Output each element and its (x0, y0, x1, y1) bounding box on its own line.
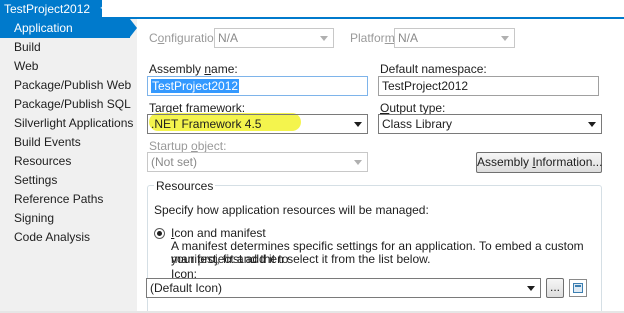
close-icon[interactable]: ✕ (114, 2, 123, 15)
icon-select[interactable]: (Default Icon) (146, 278, 541, 298)
resources-group-title: Resources (154, 179, 216, 193)
target-framework-value: .NET Framework 4.5 (151, 117, 262, 131)
document-tab-title: TestProject2012 (4, 1, 91, 16)
sidebar-item-label: Silverlight Applications (14, 116, 134, 130)
sidebar-item-label: Package/Publish Web (14, 78, 132, 92)
icon-manifest-label[interactable]: Icon and manifest (171, 226, 266, 240)
output-type-value: Class Library (382, 117, 453, 131)
platform-value: N/A (398, 31, 419, 45)
chevron-down-icon (354, 122, 362, 127)
assembly-name-value: TestProject2012 (151, 79, 240, 93)
sidebar-item-label: Build Events (14, 135, 81, 149)
document-tab[interactable]: TestProject2012 ⇴ ✕ (0, 0, 124, 17)
sidebar-item-label: Signing (14, 211, 55, 225)
default-namespace-input[interactable]: TestProject2012 (378, 76, 599, 96)
chevron-down-icon (501, 36, 509, 41)
sidebar-item-label: Package/Publish SQL (14, 97, 131, 111)
sidebar-item-package-publish-web[interactable]: Package/Publish Web (0, 76, 137, 95)
chevron-down-icon (588, 122, 596, 127)
pin-icon[interactable]: ⇴ (100, 3, 108, 14)
sidebar-item-label: Settings (14, 173, 58, 187)
chevron-down-icon (527, 286, 535, 291)
resources-description: Specify how application resources will b… (154, 203, 429, 217)
application-properties-panel: Configuration: N/A Platform: N/A Assembl… (137, 19, 624, 313)
platform-select[interactable]: N/A (394, 28, 515, 48)
assembly-name-input[interactable]: TestProject2012 (147, 76, 368, 96)
sidebar-item-web[interactable]: Web (0, 57, 137, 76)
sidebar-item-build[interactable]: Build (0, 38, 137, 57)
project-properties-sidebar: Application Build Web Package/Publish We… (0, 19, 137, 313)
configuration-label: Configuration: (149, 31, 224, 45)
assembly-information-button[interactable]: Assembly Information... (476, 152, 602, 173)
browse-icon-button[interactable]: ... (546, 278, 564, 298)
sidebar-item-label: Reference Paths (14, 192, 104, 206)
target-framework-select[interactable]: .NET Framework 4.5 (147, 114, 368, 134)
radio-selected-dot (157, 231, 162, 236)
sidebar-item-package-publish-sql[interactable]: Package/Publish SQL (0, 95, 137, 114)
output-type-select[interactable]: Class Library (378, 114, 602, 134)
sidebar-item-label: Code Analysis (14, 230, 91, 244)
sidebar-item-code-analysis[interactable]: Code Analysis (0, 228, 137, 247)
sidebar-item-label: Build (14, 40, 41, 54)
sidebar-item-application[interactable]: Application (0, 19, 137, 38)
sidebar-item-silverlight-applications[interactable]: Silverlight Applications (0, 114, 137, 133)
sidebar-item-label: Resources (14, 154, 72, 168)
icon-manifest-radio[interactable] (154, 228, 165, 239)
configuration-value: N/A (218, 31, 239, 45)
output-type-label: Output type: (380, 101, 446, 115)
startup-object-select[interactable]: (Not set) (147, 152, 368, 172)
sidebar-item-reference-paths[interactable]: Reference Paths (0, 190, 137, 209)
platform-label: Platform: (350, 31, 398, 45)
sidebar-item-signing[interactable]: Signing (0, 209, 137, 228)
chevron-down-icon (320, 36, 328, 41)
selected-arrow-icon (130, 19, 137, 37)
sidebar-item-settings[interactable]: Settings (0, 171, 137, 190)
startup-object-value: (Not set) (151, 155, 198, 169)
icon-manifest-description-line-2: your project and then select it from the… (171, 252, 431, 266)
default-namespace-value: TestProject2012 (382, 79, 469, 93)
sidebar-item-label: Web (14, 59, 39, 73)
default-namespace-label: Default namespace: (380, 62, 487, 76)
assembly-name-label: Assembly name: (149, 62, 238, 76)
sidebar-item-build-events[interactable]: Build Events (0, 133, 137, 152)
configuration-select[interactable]: N/A (214, 28, 334, 48)
icon-value: (Default Icon) (150, 281, 223, 295)
sidebar-item-resources[interactable]: Resources (0, 152, 137, 171)
icon-preview-icon (569, 279, 587, 297)
chevron-down-icon (354, 160, 362, 165)
document-tabstrip: TestProject2012 ⇴ ✕ (0, 0, 624, 19)
startup-object-label: Startup object: (149, 139, 227, 153)
window-icon (573, 283, 583, 293)
sidebar-item-label: Application (14, 21, 73, 35)
